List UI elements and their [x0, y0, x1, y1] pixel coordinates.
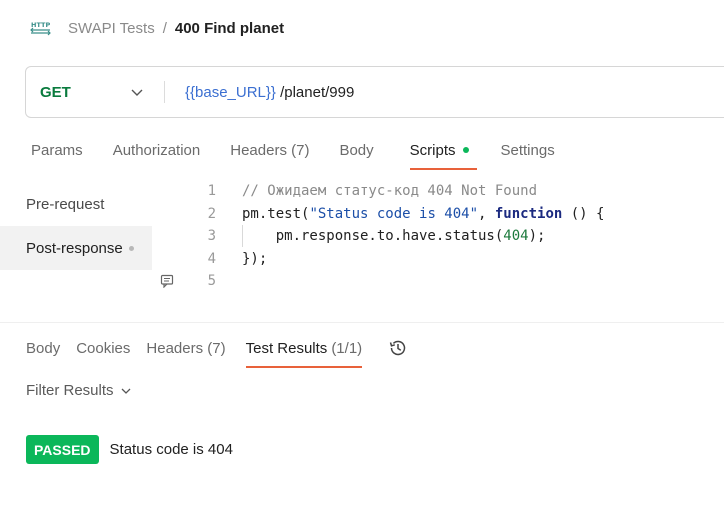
url-input[interactable]: {{base_URL}} /planet/999: [165, 84, 354, 101]
breadcrumb: HTTP SWAPI Tests / 400 Find planet: [30, 16, 284, 40]
tab-label: Authorization: [112, 141, 201, 159]
line-number: 4: [207, 250, 216, 267]
tab-label: Body: [26, 339, 61, 357]
tab-label: Headers (7): [230, 141, 310, 159]
code-text: pm.response.to.have.status(404);: [242, 228, 546, 245]
line-number: 2: [207, 205, 216, 222]
code-line: 2 pm.test("Status code is 404", function…: [152, 203, 724, 226]
code-token: );: [528, 228, 546, 245]
tab-label: Test Results: [245, 339, 328, 357]
breadcrumb-separator: /: [162, 19, 167, 37]
tab-label: Headers (7): [146, 339, 226, 357]
url-path: /planet/999: [275, 83, 355, 101]
code-token: pm.test(: [242, 205, 310, 222]
tab-label: Body: [339, 141, 374, 159]
code-token: ,: [478, 205, 495, 222]
method-select[interactable]: GET: [26, 67, 164, 117]
filter-label: Filter Results: [26, 381, 114, 399]
status-dot: [128, 245, 134, 251]
code-line: 5: [152, 270, 724, 293]
scripts-nav: Pre-request Post-response: [0, 182, 152, 290]
comment-icon[interactable]: [160, 274, 176, 289]
section-divider: [0, 322, 724, 323]
nav-label: Pre-request: [26, 195, 105, 213]
code-line: 4 });: [152, 248, 724, 271]
url-variable: {{base_URL}}: [185, 83, 276, 101]
test-count: (1/1): [331, 339, 363, 357]
code-number: 404: [503, 228, 529, 245]
code-text: pm.test("Status code is 404", function (…: [242, 206, 604, 222]
line-number: 3: [207, 228, 216, 245]
nav-label: Post-response: [26, 239, 123, 257]
tab-settings[interactable]: Settings: [501, 136, 555, 164]
code-text: });: [242, 251, 267, 267]
tab-body[interactable]: Body: [339, 136, 373, 164]
code-token: });: [242, 250, 268, 267]
code-keyword: function: [494, 205, 563, 222]
code-comment: // Ожидаем статус-код 404 Not Found: [242, 183, 538, 200]
svg-text:HTTP: HTTP: [31, 21, 50, 29]
code-string: "Status code is 404": [309, 205, 479, 222]
request-title[interactable]: 400 Find planet: [175, 20, 284, 37]
request-tabs: Params Authorization Headers (7) Body Sc…: [31, 136, 585, 172]
nav-post-response[interactable]: Post-response: [0, 226, 152, 270]
tab-headers[interactable]: Headers (7): [230, 136, 309, 164]
status-dot: [462, 147, 469, 153]
chevron-down-icon: [130, 85, 144, 99]
method-label: GET: [40, 83, 71, 101]
tab-scripts[interactable]: Scripts: [409, 136, 477, 170]
code-editor[interactable]: 1 // Ожидаем статус-код 404 Not Found 2 …: [152, 180, 724, 298]
http-icon: HTTP: [30, 18, 54, 38]
history-icon[interactable]: [388, 338, 408, 358]
chevron-down-icon: [120, 384, 132, 396]
test-name: Status code is 404: [109, 441, 233, 458]
code-line: 1 // Ожидаем статус-код 404 Not Found: [152, 180, 724, 203]
code-line: 3 pm.response.to.have.status(404);: [152, 225, 724, 248]
tab-params[interactable]: Params: [31, 136, 83, 164]
code-token: pm.response.to.have.status(: [242, 228, 504, 245]
tab-label: Params: [31, 141, 83, 159]
filter-results-dropdown[interactable]: Filter Results: [26, 380, 132, 400]
tab-response-body[interactable]: Body: [26, 335, 60, 361]
breadcrumb-collection[interactable]: SWAPI Tests: [68, 20, 155, 37]
code-token: () {: [562, 205, 605, 222]
tab-test-results[interactable]: Test Results (1/1): [245, 335, 363, 368]
tab-authorization[interactable]: Authorization: [113, 136, 201, 164]
tab-cookies[interactable]: Cookies: [76, 335, 130, 361]
status-badge: PASSED: [26, 435, 99, 464]
url-bar: GET {{base_URL}} /planet/999: [25, 66, 724, 118]
test-result-row: PASSED Status code is 404: [26, 435, 233, 464]
response-tabs: Body Cookies Headers (7) Test Results (1/…: [26, 332, 408, 368]
line-number: 1: [207, 183, 216, 200]
tab-label: Settings: [500, 141, 555, 159]
nav-pre-request[interactable]: Pre-request: [0, 182, 152, 226]
tab-response-headers[interactable]: Headers (7): [146, 335, 225, 361]
indent-guide: [242, 225, 243, 247]
tab-label: Cookies: [76, 339, 131, 357]
tab-label: Scripts: [409, 141, 456, 159]
code-text: // Ожидаем статус-код 404 Not Found: [242, 183, 537, 199]
